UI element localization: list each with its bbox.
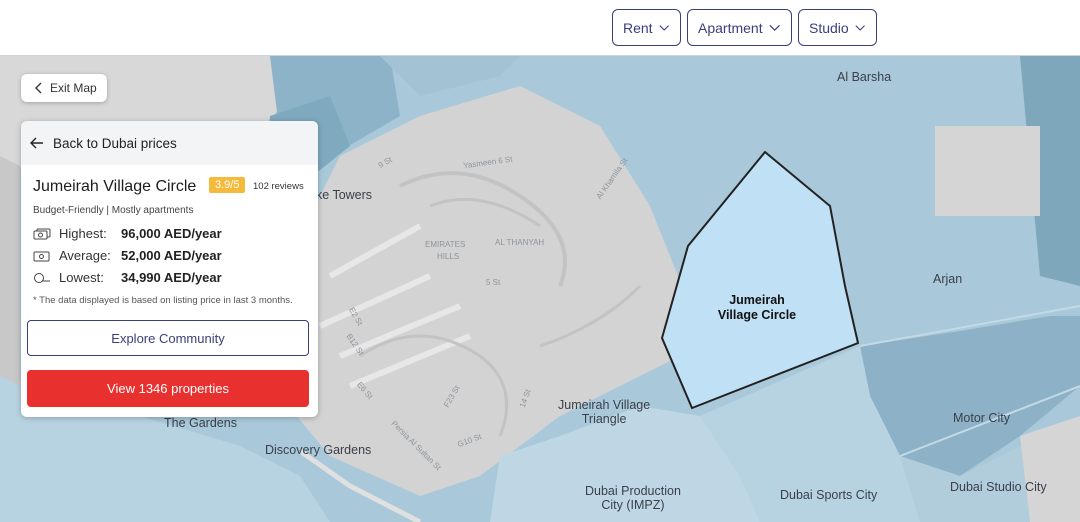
average-value: 52,000 AED/year (121, 248, 222, 263)
area-label-the-gardens[interactable]: The Gardens (164, 416, 237, 430)
community-name: Jumeirah Village Circle (33, 178, 197, 195)
money-icon (33, 251, 50, 261)
lowest-value: 34,990 AED/year (121, 270, 222, 285)
coin-icon (34, 272, 50, 283)
exit-map-button[interactable]: Exit Map (21, 74, 107, 102)
street-label: AL THANYAH (495, 238, 545, 247)
back-to-dubai-prices-button[interactable]: Back to Dubai prices (21, 121, 318, 165)
community-price-panel: Back to Dubai prices Jumeirah Village Ci… (21, 121, 318, 417)
reviews-link[interactable]: 102 reviews (253, 181, 304, 192)
area-label-discovery-gardens[interactable]: Discovery Gardens (265, 443, 371, 457)
view-properties-button[interactable]: View 1346 properties (27, 370, 309, 407)
bedrooms-dropdown-label: Studio (809, 19, 849, 36)
property-type-dropdown-label: Apartment (698, 19, 763, 36)
area-label-impz-line1: Dubai Production (585, 484, 681, 498)
average-label: Average: (59, 248, 111, 263)
exit-map-label: Exit Map (50, 81, 97, 95)
chevron-down-icon (658, 24, 669, 31)
price-row-highest: Highest: 96,000 AED/year (33, 226, 222, 241)
explore-community-label: Explore Community (111, 330, 225, 346)
area-label-studio-city[interactable]: Dubai Studio City (950, 480, 1047, 494)
filter-bar: Rent Apartment Studio (0, 0, 1080, 56)
rating-badge: 3.9/5 (209, 177, 246, 193)
view-properties-label: View 1346 properties (107, 381, 229, 396)
area-label-sports-city[interactable]: Dubai Sports City (780, 488, 877, 502)
highest-label: Highest: (59, 226, 107, 241)
arrow-left-icon (30, 137, 43, 149)
highest-value: 96,000 AED/year (121, 226, 222, 241)
area-label-towers[interactable]: ke Towers (316, 188, 372, 202)
chevron-left-icon (35, 82, 42, 94)
price-row-lowest: Lowest: 34,990 AED/year (33, 270, 222, 285)
community-tags: Budget-Friendly | Mostly apartments (33, 205, 194, 216)
purpose-dropdown[interactable]: Rent (612, 9, 681, 46)
bedrooms-dropdown[interactable]: Studio (798, 9, 877, 46)
area-label-al-barsha[interactable]: Al Barsha (837, 70, 891, 84)
area-label-impz[interactable]: Dubai Production City (IMPZ) (585, 484, 681, 512)
lowest-label: Lowest: (59, 270, 104, 285)
area-label-motor-city[interactable]: Motor City (953, 411, 1010, 425)
street-label: HILLS (437, 252, 460, 261)
selected-community-label-line2: Village Circle (717, 308, 797, 322)
street-label: 5 St (486, 278, 501, 287)
area-label-impz-line2: City (IMPZ) (601, 498, 665, 512)
street-label: EMIRATES (425, 240, 466, 249)
selected-community-label[interactable]: Jumeirah Village Circle (705, 293, 809, 323)
price-row-average: Average: 52,000 AED/year (33, 248, 222, 263)
explore-community-button[interactable]: Explore Community (27, 320, 309, 356)
data-disclaimer: * The data displayed is based on listing… (33, 295, 293, 306)
selected-community-label-line1: Jumeirah (729, 293, 785, 307)
area-label-arjan[interactable]: Arjan (933, 272, 962, 286)
area-label-jvt[interactable]: Jumeirah Village Triangle (558, 398, 650, 426)
chevron-down-icon (769, 24, 780, 31)
purpose-dropdown-label: Rent (623, 19, 653, 36)
area-label-jvt-line1: Jumeirah Village (558, 398, 651, 412)
back-label: Back to Dubai prices (53, 135, 177, 151)
property-type-dropdown[interactable]: Apartment (687, 9, 792, 46)
area-label-jvt-line2: Triangle (581, 412, 627, 426)
money-stack-icon (33, 228, 51, 239)
chevron-down-icon (855, 24, 865, 31)
